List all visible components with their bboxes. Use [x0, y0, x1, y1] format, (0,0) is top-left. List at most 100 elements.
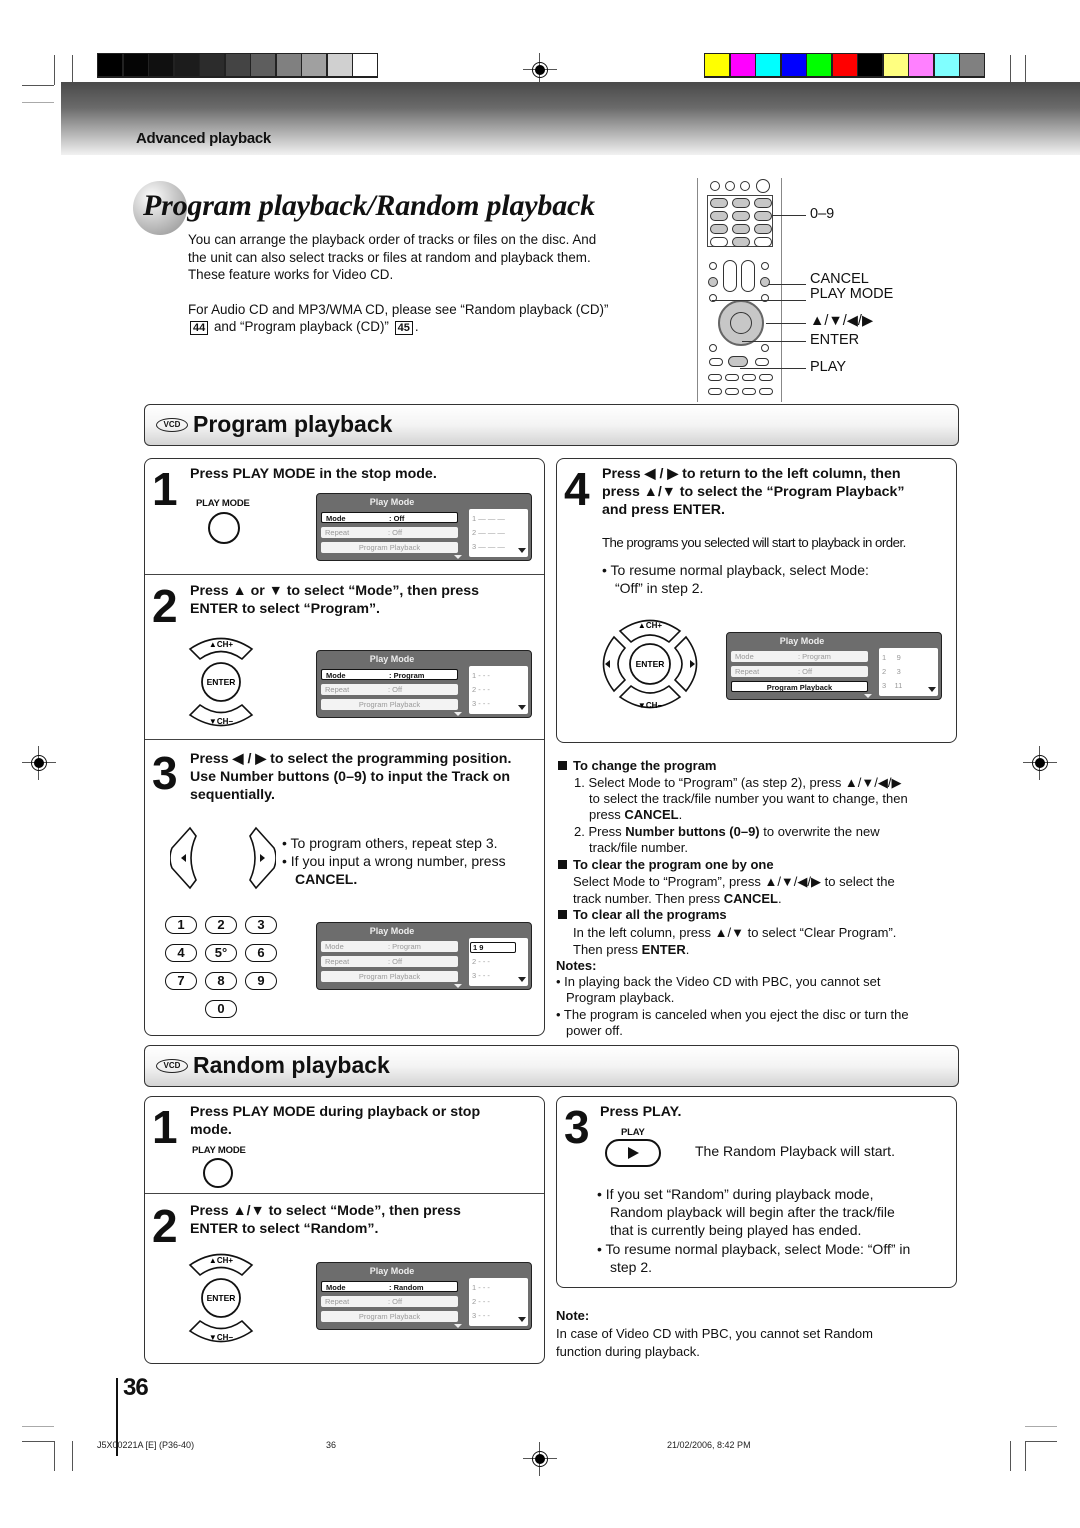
intro-text-segment: . [414, 319, 419, 334]
tip-text: press CANCEL. [589, 807, 683, 822]
grayscale-swatch [149, 54, 173, 76]
grayscale-swatch [174, 54, 199, 76]
scroll-down-icon [454, 555, 462, 559]
play-mode-osd: Play Mode Mode: Program Repeat: Off Prog… [726, 632, 942, 700]
osd-track-list: 1 - - - 2 - - - 3 - - - [469, 666, 528, 714]
play-mode-osd: Play Mode Mode: Program Repeat: Off Prog… [316, 650, 532, 718]
crop-mark [22, 102, 54, 103]
tip-text-bold: CANCEL. [295, 871, 358, 887]
step-number: 2 [152, 580, 178, 632]
scroll-down-icon [518, 977, 526, 982]
svg-text:▼CH−: ▼CH− [209, 717, 233, 726]
number-key-icon: 8 [205, 972, 237, 990]
osd-track-list: 1 9 2 - - - 3 - - - [469, 938, 528, 986]
ch-enter-pad-icon: ▲CH+ ENTER ▼CH− [188, 637, 254, 727]
program-playback-header: VCD Program playback [144, 404, 959, 446]
scroll-down-icon [518, 548, 526, 553]
tip-text: step 2. [610, 1259, 653, 1275]
scroll-down-icon [454, 984, 462, 988]
osd-track-list: 1 — — — 2 — — — 3 — — — [469, 509, 528, 557]
number-key-icon: 4 [165, 944, 197, 962]
note-text: function during playback. [556, 1344, 700, 1359]
divider [145, 739, 544, 740]
play-mode-osd: Play Mode Mode: Program Repeat: Off Prog… [316, 922, 532, 990]
svg-text:ENTER: ENTER [636, 659, 665, 669]
grayscale-swatch [123, 54, 148, 76]
leader-line [768, 284, 806, 285]
step-result-text: The programs you selected will start to … [602, 535, 906, 550]
osd-row-repeat: Repeat: Off [731, 666, 868, 677]
crop-mark [1010, 1441, 1011, 1471]
grayscale-swatch [225, 54, 250, 76]
color-swatch [730, 54, 755, 76]
color-swatch [960, 54, 984, 76]
play-button-icon [605, 1139, 661, 1167]
number-key-icon: 1 [165, 916, 197, 934]
number-key-icon: 9 [245, 972, 277, 990]
step-instruction: Press PLAY MODE in the stop mode. [190, 466, 437, 482]
scroll-down-icon [518, 1317, 526, 1322]
svg-text:ENTER: ENTER [207, 1293, 236, 1303]
direction-pad-icon: ▲CH+ ENTER ▼CH− [602, 619, 698, 710]
svg-text:▼CH−: ▼CH− [638, 701, 662, 710]
step-result-text: The Random Playback will start. [695, 1143, 895, 1159]
osd-row-repeat: Repeat: Off [321, 684, 458, 695]
number-key-icon: 0 [205, 1000, 237, 1018]
remote-label-cancel: CANCEL [810, 271, 869, 287]
leader-line [766, 323, 806, 324]
tip-text: • To resume normal playback, select Mode… [602, 562, 869, 578]
left-right-buttons-icon [170, 826, 276, 890]
color-swatch [883, 54, 908, 76]
crop-mark [72, 1441, 73, 1471]
color-swatch [807, 54, 831, 76]
tip-text: that is currently being played has ended… [610, 1222, 862, 1238]
step-instruction: Press ▲ or ▼ to select “Mode”, then pres… [190, 583, 480, 617]
color-swatch [705, 54, 729, 76]
tip-text: track/file number. [589, 840, 688, 855]
intro-text-segment: For Audio CD and MP3/WMA CD, please see … [188, 301, 609, 317]
section-title: Program playback [193, 411, 393, 437]
note-text: power off. [566, 1023, 623, 1038]
footer-date: 21/02/2006, 8:42 PM [667, 1440, 751, 1450]
step-number: 2 [152, 1200, 178, 1252]
leader-line [712, 300, 806, 301]
step-number: 1 [152, 1101, 178, 1153]
tip-text: to select the track/file number you want… [589, 791, 908, 806]
osd-track-list: 1 9 2 3 3 11 [879, 648, 938, 696]
svg-text:▲CH+: ▲CH+ [209, 1256, 233, 1265]
color-calibration-bar [704, 53, 985, 78]
color-swatch [832, 54, 857, 76]
intro-text: You can arrange the playback order of tr… [188, 231, 618, 336]
button-caption: PLAY [621, 1127, 645, 1138]
page-title: Program playback/Random playback [143, 189, 595, 222]
divider [145, 1193, 544, 1194]
tip-text: Random playback will begin after the tra… [610, 1204, 895, 1220]
number-key-icon: 2 [205, 916, 237, 934]
tip-text: 1. Select Mode to “Program” (as step 2),… [574, 775, 902, 790]
osd-row-mode: Mode: Random [321, 1281, 458, 1292]
svg-text:▲CH+: ▲CH+ [209, 640, 233, 649]
leader-line [772, 215, 806, 216]
step-instruction: Press PLAY. [600, 1104, 682, 1120]
random-playback-header: VCD Random playback [144, 1045, 959, 1087]
tip-text: • To resume normal playback, select Mode… [597, 1241, 911, 1257]
tip-heading-clear-all: To clear all the programs [558, 907, 727, 922]
step-instruction: Press ◀ / ▶ to select the programming po… [190, 751, 512, 803]
footer-doc-code: J5X00221A [E] (P36-40) [97, 1440, 195, 1450]
page-reference-45[interactable]: 45 [394, 321, 413, 335]
section-label: Advanced playback [136, 130, 271, 147]
grayscale-swatch [302, 54, 326, 76]
crop-mark [22, 1426, 54, 1427]
number-key-icon: 5° [205, 944, 237, 962]
page-reference-44[interactable]: 44 [190, 321, 209, 335]
grayscale-swatch [353, 54, 377, 76]
tip-text: In the left column, press ▲/▼ to select … [573, 925, 897, 940]
svg-text:ENTER: ENTER [207, 677, 236, 687]
step-number: 3 [152, 747, 178, 799]
footer-page: 36 [326, 1440, 337, 1450]
crop-mark [1025, 1441, 1057, 1442]
intro-text-segment: and “Program playback (CD)” [213, 319, 389, 334]
osd-row-mode: Mode: Program [731, 651, 868, 662]
osd-title: Play Mode [369, 497, 415, 507]
leader-line [742, 341, 806, 342]
